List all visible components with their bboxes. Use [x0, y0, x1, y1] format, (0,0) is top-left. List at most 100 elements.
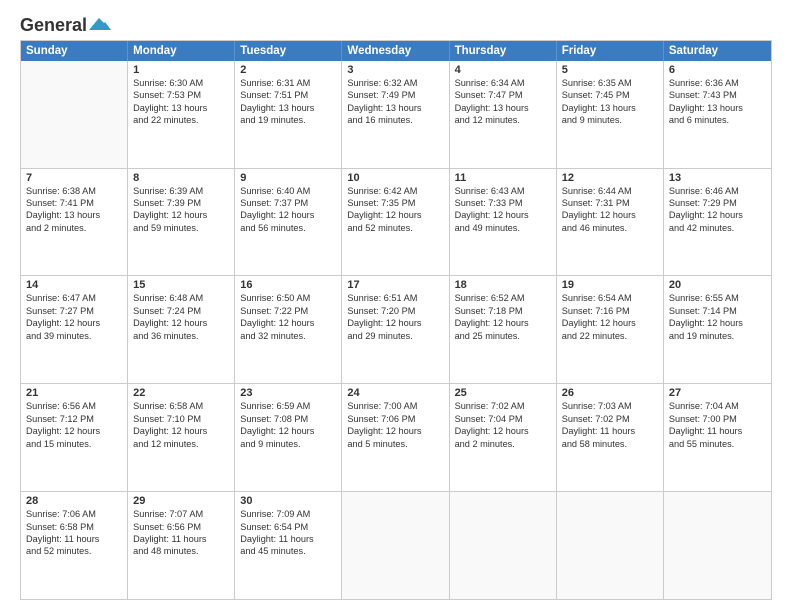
- cell-info-line: Sunrise: 7:03 AM: [562, 400, 658, 412]
- header: General: [20, 16, 772, 32]
- calendar-header-sunday: Sunday: [21, 41, 128, 61]
- calendar-cell: 28Sunrise: 7:06 AMSunset: 6:58 PMDayligh…: [21, 492, 128, 599]
- day-number: 19: [562, 279, 658, 291]
- calendar-cell: 3Sunrise: 6:32 AMSunset: 7:49 PMDaylight…: [342, 61, 449, 168]
- calendar-cell: 7Sunrise: 6:38 AMSunset: 7:41 PMDaylight…: [21, 169, 128, 276]
- cell-info-line: Sunrise: 7:06 AM: [26, 508, 122, 520]
- calendar-row-1: 7Sunrise: 6:38 AMSunset: 7:41 PMDaylight…: [21, 169, 771, 277]
- calendar-cell: 19Sunrise: 6:54 AMSunset: 7:16 PMDayligh…: [557, 276, 664, 383]
- calendar-cell: [21, 61, 128, 168]
- day-number: 6: [669, 64, 766, 76]
- cell-info-line: Daylight: 12 hours: [562, 317, 658, 329]
- cell-info-line: Sunrise: 7:02 AM: [455, 400, 551, 412]
- calendar-cell: 20Sunrise: 6:55 AMSunset: 7:14 PMDayligh…: [664, 276, 771, 383]
- calendar-cell: 26Sunrise: 7:03 AMSunset: 7:02 PMDayligh…: [557, 384, 664, 491]
- calendar-cell: [664, 492, 771, 599]
- cell-info-line: Sunrise: 7:07 AM: [133, 508, 229, 520]
- cell-info-line: and 52 minutes.: [26, 545, 122, 557]
- cell-info-line: Sunset: 7:06 PM: [347, 413, 443, 425]
- day-number: 22: [133, 387, 229, 399]
- cell-info-line: Daylight: 12 hours: [455, 209, 551, 221]
- day-number: 21: [26, 387, 122, 399]
- calendar-header-wednesday: Wednesday: [342, 41, 449, 61]
- calendar-cell: 13Sunrise: 6:46 AMSunset: 7:29 PMDayligh…: [664, 169, 771, 276]
- cell-info-line: and 46 minutes.: [562, 222, 658, 234]
- logo-icon: [89, 16, 111, 32]
- cell-info-line: and 2 minutes.: [26, 222, 122, 234]
- cell-info-line: Sunset: 7:16 PM: [562, 305, 658, 317]
- day-number: 14: [26, 279, 122, 291]
- cell-info-line: Sunrise: 6:50 AM: [240, 292, 336, 304]
- cell-info-line: Sunset: 7:49 PM: [347, 89, 443, 101]
- cell-info-line: Daylight: 12 hours: [26, 317, 122, 329]
- cell-info-line: Sunset: 6:56 PM: [133, 521, 229, 533]
- day-number: 15: [133, 279, 229, 291]
- day-number: 20: [669, 279, 766, 291]
- cell-info-line: Sunset: 7:04 PM: [455, 413, 551, 425]
- calendar-cell: 12Sunrise: 6:44 AMSunset: 7:31 PMDayligh…: [557, 169, 664, 276]
- cell-info-line: Sunrise: 6:51 AM: [347, 292, 443, 304]
- cell-info-line: Daylight: 13 hours: [240, 102, 336, 114]
- calendar-cell: [342, 492, 449, 599]
- day-number: 11: [455, 172, 551, 184]
- cell-info-line: Sunrise: 6:32 AM: [347, 77, 443, 89]
- calendar-cell: 18Sunrise: 6:52 AMSunset: 7:18 PMDayligh…: [450, 276, 557, 383]
- cell-info-line: Daylight: 13 hours: [455, 102, 551, 114]
- cell-info-line: and 52 minutes.: [347, 222, 443, 234]
- calendar-header-friday: Friday: [557, 41, 664, 61]
- cell-info-line: and 39 minutes.: [26, 330, 122, 342]
- cell-info-line: and 19 minutes.: [669, 330, 766, 342]
- day-number: 23: [240, 387, 336, 399]
- cell-info-line: Sunrise: 6:34 AM: [455, 77, 551, 89]
- calendar-header-thursday: Thursday: [450, 41, 557, 61]
- cell-info-line: Sunset: 7:51 PM: [240, 89, 336, 101]
- day-number: 24: [347, 387, 443, 399]
- cell-info-line: Sunrise: 7:09 AM: [240, 508, 336, 520]
- cell-info-line: Daylight: 12 hours: [455, 317, 551, 329]
- cell-info-line: Sunset: 7:10 PM: [133, 413, 229, 425]
- cell-info-line: Sunset: 6:54 PM: [240, 521, 336, 533]
- cell-info-line: Sunset: 7:53 PM: [133, 89, 229, 101]
- cell-info-line: Sunrise: 6:30 AM: [133, 77, 229, 89]
- cell-info-line: Sunrise: 6:40 AM: [240, 185, 336, 197]
- cell-info-line: Sunrise: 6:44 AM: [562, 185, 658, 197]
- cell-info-line: Sunrise: 6:48 AM: [133, 292, 229, 304]
- cell-info-line: Daylight: 13 hours: [562, 102, 658, 114]
- cell-info-line: Sunset: 7:37 PM: [240, 197, 336, 209]
- cell-info-line: Sunrise: 7:00 AM: [347, 400, 443, 412]
- cell-info-line: Sunset: 7:39 PM: [133, 197, 229, 209]
- calendar-cell: 9Sunrise: 6:40 AMSunset: 7:37 PMDaylight…: [235, 169, 342, 276]
- day-number: 2: [240, 64, 336, 76]
- cell-info-line: and 15 minutes.: [26, 438, 122, 450]
- cell-info-line: Sunset: 7:47 PM: [455, 89, 551, 101]
- cell-info-line: Daylight: 12 hours: [240, 425, 336, 437]
- calendar-cell: 23Sunrise: 6:59 AMSunset: 7:08 PMDayligh…: [235, 384, 342, 491]
- cell-info-line: Daylight: 11 hours: [240, 533, 336, 545]
- day-number: 30: [240, 495, 336, 507]
- day-number: 4: [455, 64, 551, 76]
- cell-info-line: Sunrise: 6:39 AM: [133, 185, 229, 197]
- cell-info-line: Sunrise: 6:36 AM: [669, 77, 766, 89]
- cell-info-line: and 5 minutes.: [347, 438, 443, 450]
- day-number: 27: [669, 387, 766, 399]
- cell-info-line: Sunrise: 6:55 AM: [669, 292, 766, 304]
- day-number: 28: [26, 495, 122, 507]
- day-number: 5: [562, 64, 658, 76]
- cell-info-line: Daylight: 12 hours: [347, 317, 443, 329]
- calendar-cell: 25Sunrise: 7:02 AMSunset: 7:04 PMDayligh…: [450, 384, 557, 491]
- cell-info-line: Sunset: 6:58 PM: [26, 521, 122, 533]
- calendar-row-2: 14Sunrise: 6:47 AMSunset: 7:27 PMDayligh…: [21, 276, 771, 384]
- logo: General: [20, 16, 111, 32]
- cell-info-line: Sunrise: 6:38 AM: [26, 185, 122, 197]
- calendar-cell: 27Sunrise: 7:04 AMSunset: 7:00 PMDayligh…: [664, 384, 771, 491]
- calendar-cell: 30Sunrise: 7:09 AMSunset: 6:54 PMDayligh…: [235, 492, 342, 599]
- day-number: 13: [669, 172, 766, 184]
- cell-info-line: Daylight: 11 hours: [669, 425, 766, 437]
- cell-info-line: and 36 minutes.: [133, 330, 229, 342]
- cell-info-line: Daylight: 12 hours: [133, 425, 229, 437]
- day-number: 1: [133, 64, 229, 76]
- day-number: 7: [26, 172, 122, 184]
- day-number: 12: [562, 172, 658, 184]
- cell-info-line: Daylight: 12 hours: [455, 425, 551, 437]
- day-number: 8: [133, 172, 229, 184]
